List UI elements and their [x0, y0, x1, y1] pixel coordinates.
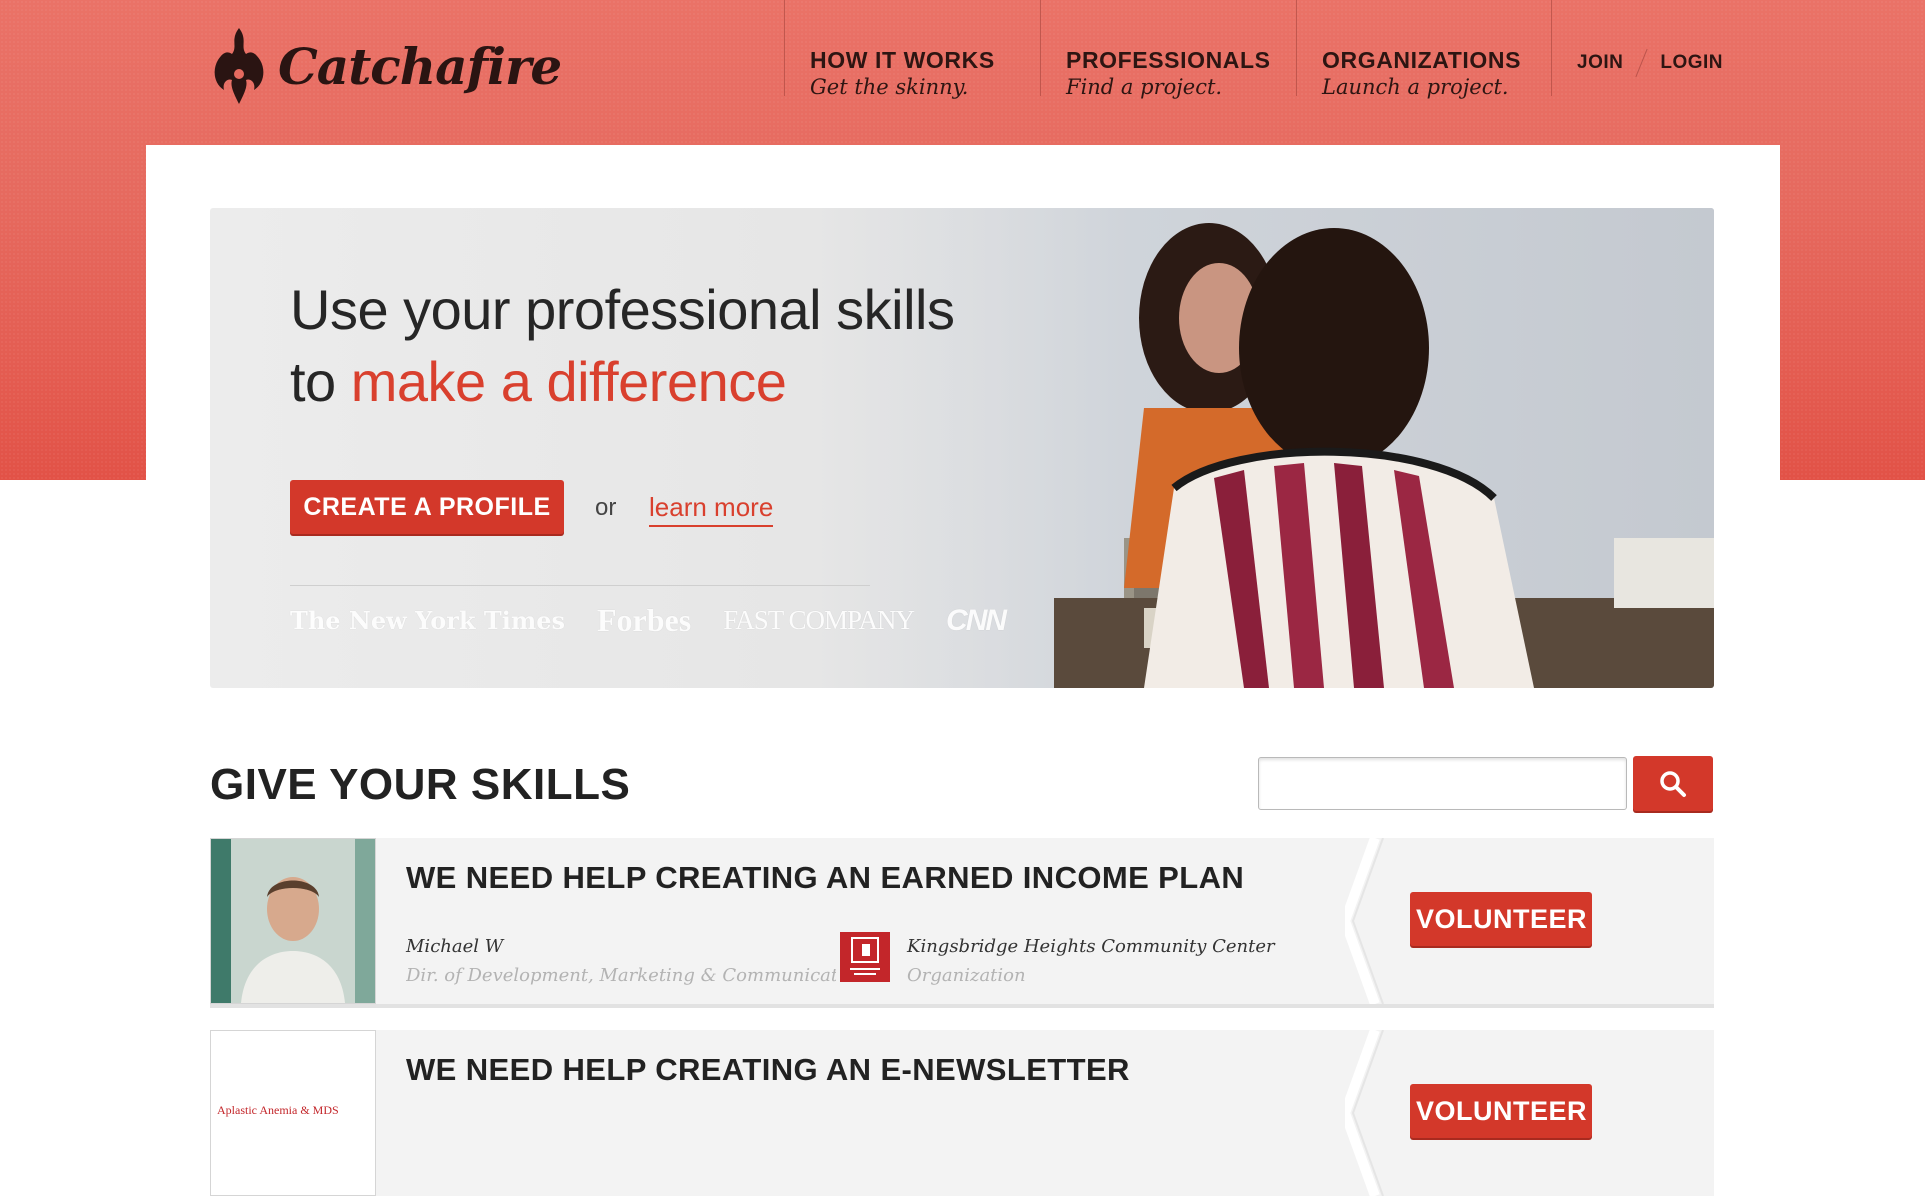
- contact-name: Michael W: [406, 936, 504, 957]
- flame-logo-icon: [214, 28, 264, 104]
- press-logo-forbes: Forbes: [597, 602, 692, 638]
- press-divider: [290, 585, 870, 586]
- project-title[interactable]: WE NEED HELP CREATING AN E-NEWSLETTER: [406, 1052, 1130, 1088]
- press-logo-nyt: The New York Times: [290, 606, 565, 635]
- nav-title: HOW IT WORKS: [810, 47, 995, 73]
- org-name[interactable]: Kingsbridge Heights Community Center: [907, 936, 1275, 957]
- auth-links: JOIN LOGIN: [1577, 48, 1723, 78]
- logo-wordmark: Catchafire: [278, 36, 562, 96]
- main-nav: HOW IT WORKS Get the skinny. PROFESSIONA…: [784, 0, 1552, 99]
- login-link[interactable]: LOGIN: [1660, 52, 1723, 74]
- search-input[interactable]: [1258, 757, 1627, 810]
- org-logo: [840, 932, 890, 982]
- nav-subtitle: Get the skinny.: [810, 75, 969, 99]
- hero-line-1: Use your professional skills: [290, 278, 955, 341]
- nav-subtitle: Launch a project.: [1322, 75, 1509, 99]
- or-text: or: [595, 494, 617, 521]
- join-link[interactable]: JOIN: [1577, 52, 1623, 74]
- project-card[interactable]: WE NEED HELP CREATING AN EARNED INCOME P…: [210, 838, 1714, 1004]
- hero-line-2-prefix: to: [290, 350, 351, 413]
- hero-highlight: make a difference: [350, 350, 787, 413]
- project-title[interactable]: WE NEED HELP CREATING AN EARNED INCOME P…: [406, 860, 1244, 896]
- create-profile-button[interactable]: CREATE A PROFILE: [290, 480, 564, 534]
- hero-headline: Use your professional skills to make a d…: [290, 274, 955, 418]
- press-logos: The New York Times Forbes FAST COMPANY C…: [290, 602, 1007, 639]
- nav-subtitle: Find a project.: [1066, 75, 1223, 99]
- search-button[interactable]: [1633, 756, 1713, 811]
- press-logo-fastcompany: FAST COMPANY: [723, 605, 915, 635]
- org-thumbnail: Aplastic Anemia & MDS: [210, 1030, 376, 1196]
- person-photo: [210, 838, 376, 1004]
- nav-organizations[interactable]: ORGANIZATIONS Launch a project.: [1296, 0, 1552, 99]
- logo[interactable]: Catchafire: [208, 24, 562, 108]
- chevron-divider-icon: [1345, 838, 1384, 1004]
- nav-how-it-works[interactable]: HOW IT WORKS Get the skinny.: [784, 0, 1040, 99]
- volunteer-button[interactable]: VOLUNTEER: [1410, 892, 1592, 946]
- nav-professionals[interactable]: PROFESSIONALS Find a project.: [1040, 0, 1296, 99]
- learn-more-link[interactable]: learn more: [649, 492, 774, 527]
- org-thumbnail-label: Aplastic Anemia & MDS: [217, 1103, 339, 1117]
- project-card[interactable]: Aplastic Anemia & MDS WE NEED HELP CREAT…: [210, 1030, 1714, 1196]
- nav-title: PROFESSIONALS: [1066, 47, 1271, 73]
- org-type: Organization: [907, 965, 1026, 986]
- search-icon: [1660, 770, 1686, 797]
- chevron-divider-icon: [1345, 1030, 1384, 1196]
- divider-slash: [1635, 48, 1648, 78]
- hero-line-2: to make a difference: [290, 346, 954, 418]
- section-title: GIVE YOUR SKILLS: [210, 760, 631, 809]
- hero-banner: Use your professional skills to make a d…: [210, 208, 1714, 688]
- contact-role: Dir. of Development, Marketing & Communi…: [406, 965, 836, 986]
- press-logo-cnn: CNN: [946, 603, 1007, 637]
- volunteer-button[interactable]: VOLUNTEER: [1410, 1084, 1592, 1138]
- nav-title: ORGANIZATIONS: [1322, 47, 1522, 73]
